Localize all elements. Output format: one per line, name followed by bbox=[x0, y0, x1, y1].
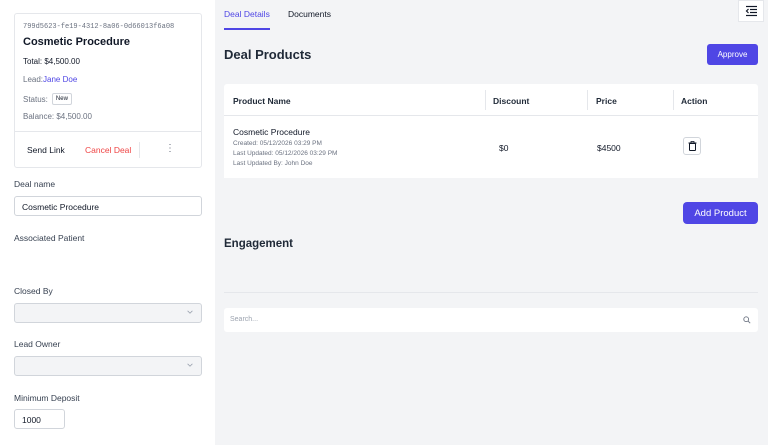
product-last-updated-by: Last Updated By: John Doe bbox=[233, 160, 313, 167]
status-badge: New bbox=[51, 93, 72, 105]
lead-owner-label: Lead Owner bbox=[14, 339, 61, 349]
active-tab-indicator bbox=[224, 28, 270, 30]
table-footer bbox=[224, 178, 758, 197]
kebab-menu-icon[interactable]: ⋮ bbox=[165, 143, 175, 154]
closed-by-select[interactable] bbox=[14, 303, 202, 323]
tab-documents[interactable]: Documents bbox=[288, 9, 331, 19]
send-link-button[interactable]: Send Link bbox=[27, 145, 65, 155]
product-name: Cosmetic Procedure bbox=[233, 127, 311, 137]
deal-title: Cosmetic Procedure bbox=[23, 36, 130, 48]
column-header-price: Price bbox=[596, 96, 617, 106]
tab-deal-details[interactable]: Deal Details bbox=[224, 9, 270, 19]
deal-products-heading: Deal Products bbox=[224, 47, 312, 62]
action-divider bbox=[139, 142, 140, 158]
search-icon bbox=[743, 316, 751, 324]
lead-name-link[interactable]: Jane Doe bbox=[43, 75, 77, 84]
indent-menu-icon bbox=[745, 5, 757, 17]
chevron-down-icon bbox=[187, 310, 193, 314]
engagement-search-input[interactable]: Search... bbox=[224, 308, 758, 332]
column-header-discount: Discount bbox=[493, 96, 530, 106]
cancel-deal-button[interactable]: Cancel Deal bbox=[85, 145, 131, 155]
column-divider bbox=[485, 90, 486, 110]
column-divider bbox=[673, 90, 674, 110]
chevron-down-icon bbox=[187, 363, 193, 367]
left-panel: 799d5623-fe19-4312-8a06-0d66013f6a08 Cos… bbox=[0, 0, 215, 445]
approve-button[interactable]: Approve bbox=[707, 44, 758, 65]
closed-by-label: Closed By bbox=[14, 286, 53, 296]
product-created: Created: 05/12/2026 03:29 PM bbox=[233, 140, 322, 147]
lead-owner-select[interactable] bbox=[14, 356, 202, 376]
deal-name-input[interactable]: Cosmetic Procedure bbox=[14, 196, 202, 216]
associated-patient-label: Associated Patient bbox=[14, 233, 85, 243]
trash-icon bbox=[688, 141, 696, 151]
product-last-updated: Last Updated: 05/12/2026 03:29 PM bbox=[233, 150, 338, 157]
deal-total: Total: $4,500.00 bbox=[23, 57, 80, 66]
engagement-divider bbox=[224, 292, 758, 293]
column-header-action: Action bbox=[681, 96, 708, 106]
product-discount: $0 bbox=[499, 143, 509, 153]
deal-status: Status: New bbox=[23, 93, 72, 105]
search-placeholder: Search... bbox=[230, 316, 259, 323]
lead-label: Lead: bbox=[23, 75, 44, 84]
engagement-heading: Engagement bbox=[224, 238, 294, 250]
add-product-button[interactable]: Add Product bbox=[683, 202, 758, 224]
minimum-deposit-input[interactable]: 1000 bbox=[14, 409, 65, 429]
deal-balance: Balance: $4,500.00 bbox=[23, 112, 92, 121]
minimum-deposit-label: Minimum Deposit bbox=[14, 393, 80, 403]
column-header-product-name: Product Name bbox=[233, 96, 291, 106]
column-divider bbox=[587, 90, 588, 110]
products-table: Product Name Discount Price Action Cosme… bbox=[224, 84, 758, 197]
header-divider bbox=[224, 115, 758, 116]
panel-toggle-button[interactable] bbox=[738, 0, 764, 22]
deal-summary-card: 799d5623-fe19-4312-8a06-0d66013f6a08 Cos… bbox=[14, 13, 202, 168]
status-label: Status: bbox=[23, 94, 48, 104]
delete-product-button[interactable] bbox=[683, 137, 701, 155]
deal-id: 799d5623-fe19-4312-8a06-0d66013f6a08 bbox=[23, 23, 175, 31]
product-price: $4500 bbox=[597, 143, 621, 153]
deal-lead: Lead:Jane Doe bbox=[23, 75, 77, 84]
deal-name-label: Deal name bbox=[14, 179, 56, 189]
card-actions: Send Link Cancel Deal ⋮ bbox=[15, 132, 201, 168]
